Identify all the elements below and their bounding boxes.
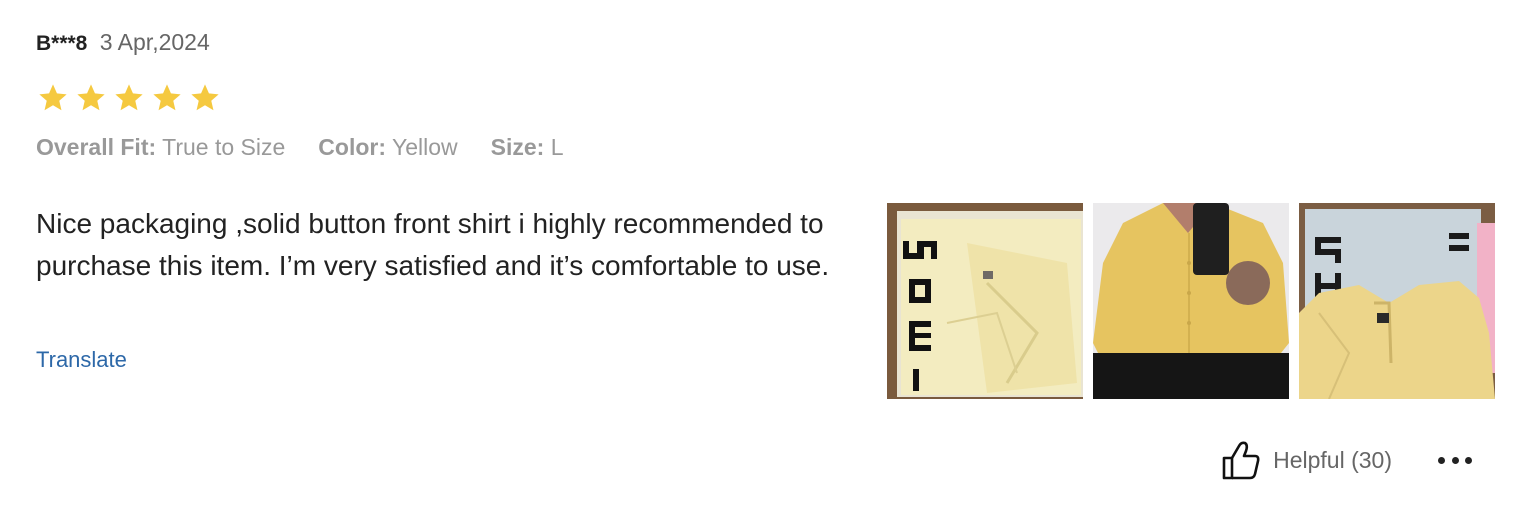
attribute-key: Size:	[490, 134, 545, 160]
star-icon	[74, 83, 108, 113]
review-text: Nice packaging ,solid button front shirt…	[36, 208, 830, 281]
review-header: B***8 3 Apr,2024	[36, 28, 210, 58]
more-horizontal-icon[interactable]	[1438, 455, 1472, 465]
review-attributes: Overall Fit: True to Size Color: Yellow …	[36, 132, 564, 162]
dot	[1465, 456, 1472, 464]
review-date: 3 Apr,2024	[99, 29, 210, 55]
attribute-value: True to Size	[162, 134, 286, 160]
review-footer: Helpful (30)	[1222, 440, 1472, 480]
review-photo-2[interactable]	[1093, 203, 1289, 399]
reviewer-name: B***8	[36, 32, 88, 55]
attribute-fit: Overall Fit: True to Size	[36, 132, 285, 162]
attribute-key: Color:	[318, 134, 387, 160]
dot	[1451, 456, 1459, 464]
review-photo-3[interactable]	[1299, 203, 1495, 399]
star-icon	[112, 83, 146, 113]
review-card: B***8 3 Apr,2024 Overall Fit: True to Si…	[0, 0, 1520, 510]
review-photos	[887, 203, 1495, 399]
star-icon	[150, 83, 184, 113]
attribute-color: Color: Yellow	[318, 132, 457, 162]
attribute-value: L	[550, 134, 564, 160]
review-photo-1[interactable]	[887, 203, 1083, 399]
attribute-size: Size: L	[491, 132, 564, 162]
thumbs-up-icon	[1222, 440, 1260, 480]
helpful-button[interactable]: Helpful (30)	[1222, 440, 1392, 480]
star-icon	[188, 83, 222, 113]
helpful-count: Helpful (30)	[1273, 446, 1392, 473]
translate-link[interactable]: Translate	[36, 347, 127, 373]
rating-stars	[36, 83, 222, 113]
star-icon	[36, 83, 70, 113]
attribute-key: Overall Fit:	[36, 134, 157, 160]
dot	[1438, 456, 1445, 464]
attribute-value: Yellow	[392, 134, 458, 160]
